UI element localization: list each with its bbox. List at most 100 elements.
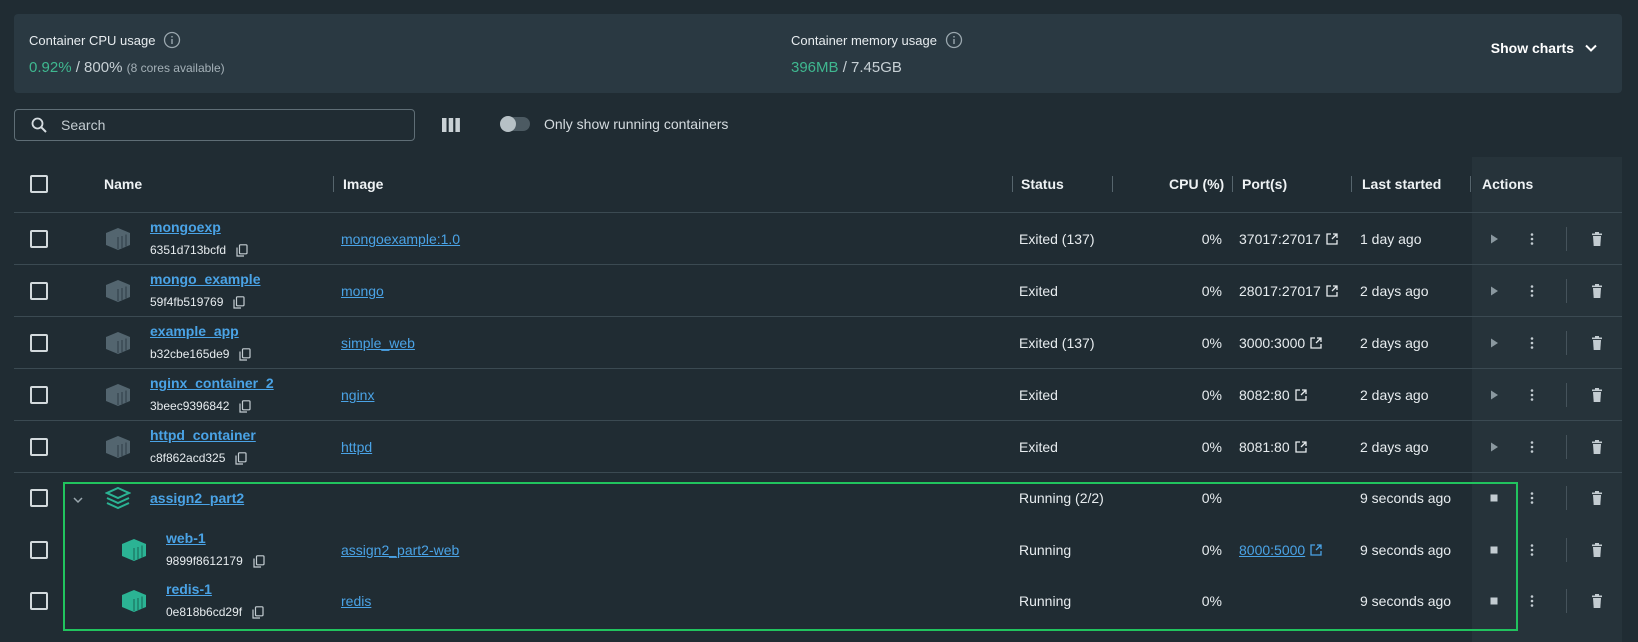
delete-icon[interactable] bbox=[1589, 387, 1605, 403]
row-divider bbox=[14, 264, 1622, 265]
more-options-icon[interactable] bbox=[1524, 593, 1540, 609]
start-icon[interactable] bbox=[1486, 283, 1502, 299]
column-header-image[interactable]: Image bbox=[343, 176, 383, 192]
delete-icon[interactable] bbox=[1589, 439, 1605, 455]
container-name-link[interactable]: web-1 bbox=[166, 530, 206, 546]
delete-icon[interactable] bbox=[1589, 490, 1605, 506]
search-input[interactable] bbox=[61, 117, 361, 133]
select-all-checkbox[interactable] bbox=[30, 175, 48, 193]
copy-icon[interactable] bbox=[236, 243, 248, 257]
container-id-text: 3beec9396842 bbox=[150, 399, 230, 413]
copy-icon[interactable] bbox=[235, 451, 248, 465]
image-link[interactable]: mongo bbox=[341, 283, 384, 299]
row-checkbox[interactable] bbox=[30, 334, 48, 352]
delete-icon[interactable] bbox=[1589, 231, 1605, 247]
container-name-link[interactable]: nginx_container_2 bbox=[150, 375, 274, 391]
start-icon[interactable] bbox=[1486, 387, 1502, 403]
copy-icon[interactable] bbox=[239, 399, 252, 413]
compose-stack-icon bbox=[105, 486, 131, 510]
more-options-icon[interactable] bbox=[1524, 439, 1540, 455]
external-link-icon[interactable] bbox=[1294, 441, 1307, 453]
external-link-icon[interactable] bbox=[1326, 285, 1338, 297]
column-header-last-started[interactable]: Last started bbox=[1362, 176, 1441, 192]
container-icon bbox=[122, 539, 146, 561]
delete-icon[interactable] bbox=[1589, 542, 1605, 558]
image-link[interactable]: nginx bbox=[341, 387, 374, 403]
row-checkbox[interactable] bbox=[30, 489, 48, 507]
column-divider bbox=[1351, 176, 1352, 192]
copy-icon[interactable] bbox=[233, 295, 246, 309]
search-icon bbox=[31, 117, 47, 133]
port-mapping[interactable]: 28017:27017 bbox=[1239, 283, 1338, 299]
stop-icon[interactable] bbox=[1486, 542, 1502, 558]
start-icon[interactable] bbox=[1486, 231, 1502, 247]
info-icon[interactable] bbox=[163, 31, 181, 49]
external-link-icon[interactable] bbox=[1326, 233, 1338, 245]
search-box[interactable] bbox=[14, 109, 415, 141]
port-mapping[interactable]: 3000:3000 bbox=[1239, 335, 1322, 351]
column-header-status[interactable]: Status bbox=[1021, 176, 1064, 192]
more-options-icon[interactable] bbox=[1524, 335, 1540, 351]
more-options-icon[interactable] bbox=[1524, 542, 1540, 558]
delete-icon[interactable] bbox=[1589, 335, 1605, 351]
row-checkbox[interactable] bbox=[30, 438, 48, 456]
copy-icon[interactable] bbox=[252, 605, 264, 619]
image-link[interactable]: simple_web bbox=[341, 335, 415, 351]
copy-icon[interactable] bbox=[239, 347, 252, 361]
container-name-link[interactable]: example_app bbox=[150, 323, 239, 339]
row-checkbox[interactable] bbox=[30, 592, 48, 610]
action-divider bbox=[1566, 435, 1567, 459]
running-only-toggle[interactable] bbox=[500, 116, 530, 132]
more-options-icon[interactable] bbox=[1524, 231, 1540, 247]
external-link-icon[interactable] bbox=[1310, 544, 1322, 556]
cpu-value: 0% bbox=[1201, 542, 1222, 558]
copy-icon[interactable] bbox=[253, 554, 265, 568]
action-divider bbox=[1566, 331, 1567, 355]
last-started-text: 9 seconds ago bbox=[1360, 593, 1452, 609]
image-link[interactable]: httpd bbox=[341, 439, 372, 455]
port-mapping[interactable]: 8081:80 bbox=[1239, 439, 1307, 455]
row-checkbox[interactable] bbox=[30, 386, 48, 404]
delete-icon[interactable] bbox=[1589, 283, 1605, 299]
port-mapping[interactable]: 37017:27017 bbox=[1239, 231, 1338, 247]
column-header-name[interactable]: Name bbox=[104, 176, 142, 192]
cpu-usage-value: 0.92% bbox=[29, 59, 72, 76]
row-divider bbox=[14, 368, 1622, 369]
external-link-icon[interactable] bbox=[1310, 337, 1322, 349]
container-id: 59f4fb519769 bbox=[150, 295, 246, 309]
column-header-ports[interactable]: Port(s) bbox=[1242, 176, 1287, 192]
row-checkbox[interactable] bbox=[30, 282, 48, 300]
more-options-icon[interactable] bbox=[1524, 490, 1540, 506]
compose-project-link[interactable]: assign2_part2 bbox=[150, 490, 244, 506]
port-mapping[interactable]: 8000:5000 bbox=[1239, 542, 1322, 558]
info-icon[interactable] bbox=[945, 31, 963, 49]
chevron-down-icon[interactable] bbox=[72, 494, 84, 506]
cpu-usage-total: / 800% bbox=[75, 59, 123, 76]
stop-icon[interactable] bbox=[1486, 593, 1502, 609]
more-options-icon[interactable] bbox=[1524, 387, 1540, 403]
column-header-cpu[interactable]: CPU (%) bbox=[1169, 176, 1224, 192]
action-divider bbox=[1566, 486, 1567, 510]
status-text: Running (2/2) bbox=[1019, 490, 1104, 506]
image-link[interactable]: mongoexample:1.0 bbox=[341, 231, 460, 247]
start-icon[interactable] bbox=[1486, 335, 1502, 351]
delete-icon[interactable] bbox=[1589, 593, 1605, 609]
more-options-icon[interactable] bbox=[1524, 283, 1540, 299]
show-charts-button[interactable]: Show charts bbox=[1491, 40, 1598, 56]
container-name-link[interactable]: httpd_container bbox=[150, 427, 256, 443]
row-checkbox[interactable] bbox=[30, 541, 48, 559]
container-name-link[interactable]: mongoexp bbox=[150, 219, 221, 235]
container-name-link[interactable]: mongo_example bbox=[150, 271, 260, 287]
port-mapping[interactable]: 8082:80 bbox=[1239, 387, 1307, 403]
image-link[interactable]: redis bbox=[341, 593, 371, 609]
external-link-icon[interactable] bbox=[1294, 389, 1307, 401]
start-icon[interactable] bbox=[1486, 439, 1502, 455]
stop-icon[interactable] bbox=[1486, 490, 1502, 506]
columns-icon[interactable] bbox=[440, 115, 462, 135]
row-checkbox[interactable] bbox=[30, 230, 48, 248]
cpu-value: 0% bbox=[1201, 490, 1222, 506]
status-text: Exited (137) bbox=[1019, 335, 1095, 351]
container-id-text: 59f4fb519769 bbox=[150, 295, 224, 309]
container-name-link[interactable]: redis-1 bbox=[166, 581, 212, 597]
image-link[interactable]: assign2_part2-web bbox=[341, 542, 459, 558]
